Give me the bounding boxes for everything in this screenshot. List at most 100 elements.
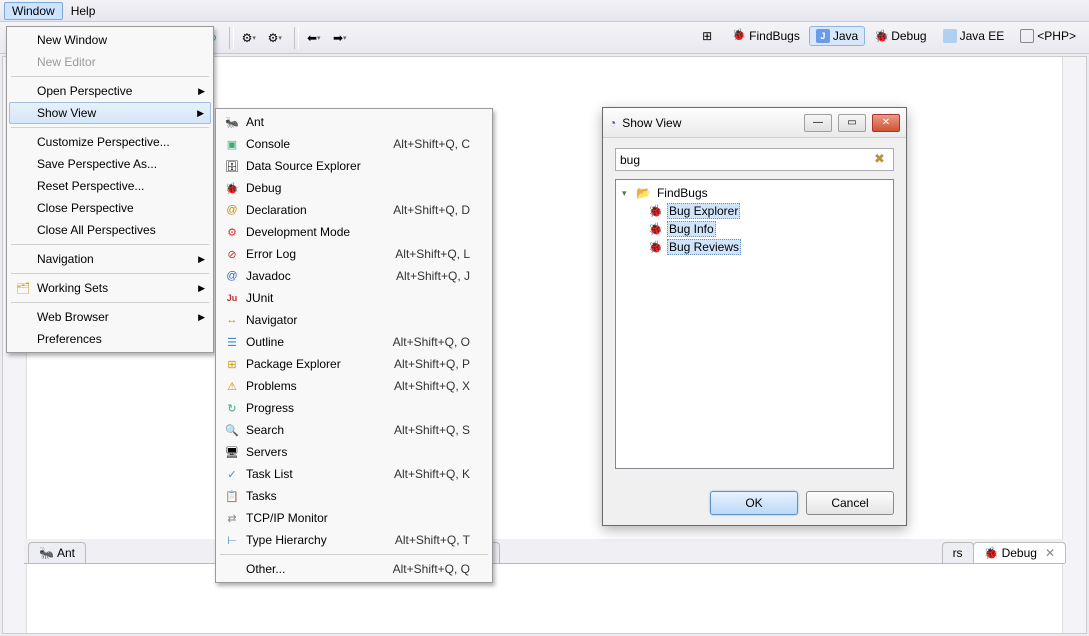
- perspective-label: <PHP>: [1037, 29, 1076, 43]
- tree-node-bug-info[interactable]: Bug Info: [648, 220, 887, 238]
- show-view-dialog: Show View — ▭ ✕ ✖ ▾ FindBugs Bug Explore…: [602, 107, 907, 526]
- submenu-view-item[interactable]: ConsoleAlt+Shift+Q, C: [218, 133, 490, 155]
- perspective-php[interactable]: <PHP>: [1013, 26, 1083, 46]
- submenu-view-item[interactable]: Development Mode: [218, 221, 490, 243]
- menu-new-window[interactable]: New Window: [9, 29, 211, 51]
- maximize-button[interactable]: ▭: [838, 114, 866, 132]
- submenu-view-item[interactable]: Ant: [218, 111, 490, 133]
- perspective-label: Debug: [891, 29, 926, 43]
- submenu-view-item[interactable]: Error Log Alt+Shift+Q, L: [218, 243, 490, 265]
- menu-navigation[interactable]: Navigation▶: [9, 248, 211, 270]
- view-icon: [224, 180, 240, 196]
- clear-filter-icon[interactable]: ✖: [874, 151, 890, 167]
- toolbar-back-icon[interactable]: ⬅▾: [305, 27, 327, 49]
- view-icon: [224, 422, 240, 438]
- toolbar-fwd-icon[interactable]: ➡▾: [331, 27, 353, 49]
- view-tree[interactable]: ▾ FindBugs Bug Explorer Bug Info Bug Rev…: [615, 179, 894, 469]
- perspective-findbugs[interactable]: FindBugs: [725, 26, 807, 46]
- cancel-button[interactable]: Cancel: [806, 491, 894, 515]
- ok-button[interactable]: OK: [710, 491, 798, 515]
- submenu-label: Ant: [246, 115, 264, 129]
- shortcut-label: Alt+Shift+Q, L: [395, 247, 470, 261]
- dialog-titlebar[interactable]: Show View — ▭ ✕: [603, 108, 906, 138]
- submenu-label: Console: [246, 137, 290, 151]
- submenu-view-item[interactable]: Progress: [218, 397, 490, 419]
- submenu-view-item[interactable]: Javadoc Alt+Shift+Q, J: [218, 265, 490, 287]
- view-icon: [224, 466, 240, 482]
- submenu-label: Data Source Explorer: [246, 159, 361, 173]
- shortcut-label: Alt+Shift+Q, D: [393, 203, 470, 217]
- submenu-label: Problems: [246, 379, 297, 393]
- submenu-view-item[interactable]: Navigator: [218, 309, 490, 331]
- submenu-label: Package Explorer: [246, 357, 341, 371]
- minimize-button[interactable]: —: [804, 114, 832, 132]
- perspective-label: Java EE: [960, 29, 1005, 43]
- expand-icon[interactable]: ▾: [622, 188, 632, 199]
- eclipse-icon: [609, 116, 616, 130]
- view-tab-servers[interactable]: rs: [942, 542, 974, 563]
- menu-help[interactable]: Help: [63, 2, 104, 20]
- bug-icon: [648, 222, 663, 236]
- submenu-label: Javadoc: [246, 269, 291, 283]
- submenu-label: Error Log: [246, 247, 296, 261]
- submenu-other[interactable]: Other... Alt+Shift+Q, Q: [218, 558, 490, 580]
- menu-reset-perspective[interactable]: Reset Perspective...: [9, 175, 211, 197]
- submenu-view-item[interactable]: SearchAlt+Shift+Q, S: [218, 419, 490, 441]
- view-icon: [224, 444, 240, 460]
- window-menu-dropdown: New Window New Editor Open Perspective▶ …: [6, 26, 214, 353]
- toolbar-ext2-icon[interactable]: ▾: [266, 27, 288, 49]
- perspective-javaee[interactable]: Java EE: [936, 26, 1012, 46]
- submenu-view-item[interactable]: TCP/IP Monitor: [218, 507, 490, 529]
- tree-node-findbugs[interactable]: ▾ FindBugs: [622, 184, 887, 202]
- tree-node-bug-explorer[interactable]: Bug Explorer: [648, 202, 887, 220]
- menu-close-perspective[interactable]: Close Perspective: [9, 197, 211, 219]
- submenu-label: Outline: [246, 335, 284, 349]
- submenu-label: Other...: [246, 562, 285, 576]
- debug-icon: [984, 546, 998, 560]
- menu-working-sets[interactable]: Working Sets▶: [9, 277, 211, 299]
- open-perspective-button[interactable]: ⊞: [695, 26, 723, 46]
- view-icon: [224, 312, 240, 328]
- bottom-view-tabstrip: Ant nit Progress rs Debug✕: [24, 539, 1065, 564]
- perspective-label: FindBugs: [749, 29, 800, 43]
- submenu-view-item[interactable]: Debug: [218, 177, 490, 199]
- submenu-view-item[interactable]: JUnit: [218, 287, 490, 309]
- shortcut-label: Alt+Shift+Q, J: [396, 269, 470, 283]
- toolbar-ext1-icon[interactable]: ▾: [240, 27, 262, 49]
- perspective-debug[interactable]: Debug: [867, 26, 933, 46]
- folder-icon: [636, 186, 651, 200]
- submenu-view-item[interactable]: Servers: [218, 441, 490, 463]
- submenu-view-item[interactable]: Task ListAlt+Shift+Q, K: [218, 463, 490, 485]
- submenu-view-item[interactable]: DeclarationAlt+Shift+Q, D: [218, 199, 490, 221]
- menu-separator: [11, 302, 209, 303]
- close-button[interactable]: ✕: [872, 114, 900, 132]
- submenu-view-item[interactable]: ProblemsAlt+Shift+Q, X: [218, 375, 490, 397]
- submenu-view-item[interactable]: Package ExplorerAlt+Shift+Q, P: [218, 353, 490, 375]
- menu-customize-perspective[interactable]: Customize Perspective...: [9, 131, 211, 153]
- view-icon: [224, 202, 240, 218]
- menu-preferences[interactable]: Preferences: [9, 328, 211, 350]
- perspective-java[interactable]: Java: [809, 26, 865, 46]
- view-tab-debug[interactable]: Debug✕: [973, 542, 1066, 563]
- bug-icon: [648, 204, 663, 218]
- menu-close-all-perspectives[interactable]: Close All Perspectives: [9, 219, 211, 241]
- menu-separator: [11, 244, 209, 245]
- show-view-submenu: Ant ConsoleAlt+Shift+Q, C Data Source Expl…: [215, 108, 493, 583]
- view-icon: [224, 158, 240, 174]
- perspective-label: Java: [833, 29, 858, 43]
- menu-open-perspective[interactable]: Open Perspective▶: [9, 80, 211, 102]
- submenu-label: TCP/IP Monitor: [246, 511, 328, 525]
- close-icon[interactable]: ✕: [1045, 546, 1055, 560]
- view-tab-ant[interactable]: Ant: [28, 542, 86, 563]
- menu-web-browser[interactable]: Web Browser▶: [9, 306, 211, 328]
- tree-node-bug-reviews[interactable]: Bug Reviews: [648, 238, 887, 256]
- menu-save-perspective-as[interactable]: Save Perspective As...: [9, 153, 211, 175]
- shortcut-label: Alt+Shift+Q, Q: [393, 562, 470, 576]
- menu-window[interactable]: Window: [4, 2, 63, 20]
- submenu-view-item[interactable]: OutlineAlt+Shift+Q, O: [218, 331, 490, 353]
- submenu-view-item[interactable]: Type HierarchyAlt+Shift+Q, T: [218, 529, 490, 551]
- filter-input[interactable]: [615, 148, 894, 171]
- submenu-view-item[interactable]: Data Source Explorer: [218, 155, 490, 177]
- submenu-view-item[interactable]: Tasks: [218, 485, 490, 507]
- menu-show-view[interactable]: Show View▶: [9, 102, 211, 124]
